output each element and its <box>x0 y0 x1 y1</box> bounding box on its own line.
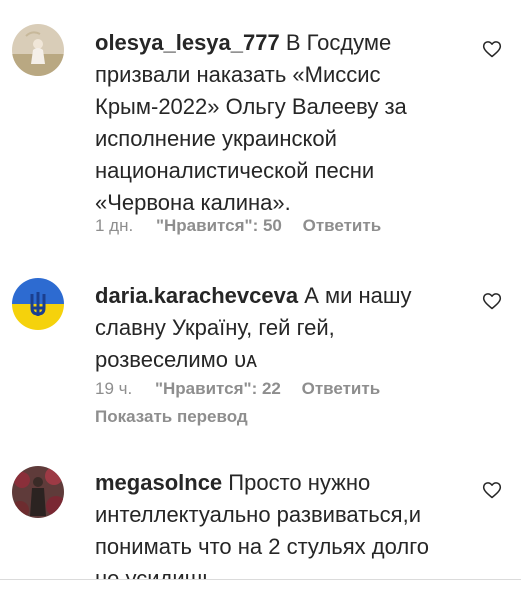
user-avatar[interactable] <box>12 466 64 518</box>
user-photo-avatar-icon <box>12 466 64 518</box>
comment-meta: 1 дн. "Нравится": 50 Ответить <box>95 216 381 236</box>
comment-username[interactable]: olesya_lesya_777 <box>95 30 280 55</box>
comment-username[interactable]: megasolnce <box>95 470 222 495</box>
like-heart-icon[interactable] <box>482 480 502 500</box>
user-avatar[interactable] <box>12 278 64 330</box>
comment-time[interactable]: 1 дн. <box>95 216 133 235</box>
comment-text: megasolnce Просто нужно интеллектуально … <box>95 467 455 595</box>
like-heart-icon[interactable] <box>482 39 502 59</box>
user-avatar[interactable] <box>12 24 64 76</box>
like-heart-icon[interactable] <box>482 291 502 311</box>
bottom-bar <box>0 580 521 600</box>
comment-meta: 19 ч. "Нравится": 22 Ответить <box>95 379 380 399</box>
reply-button[interactable]: Ответить <box>303 216 382 235</box>
ukraine-flag-trident-avatar-icon <box>12 278 64 330</box>
comment-likes[interactable]: "Нравится": 50 <box>156 216 282 235</box>
user-photo-avatar-icon <box>12 24 64 76</box>
comment-text: olesya_lesya_777 В Госдуме призвали нака… <box>95 27 455 219</box>
reply-button[interactable]: Ответить <box>302 379 381 398</box>
comment-username[interactable]: daria.karachevceva <box>95 283 298 308</box>
comment-likes[interactable]: "Нравится": 22 <box>155 379 281 398</box>
comment-time[interactable]: 19 ч. <box>95 379 132 398</box>
comment-body: В Госдуме призвали наказать «Миссис Крым… <box>95 30 407 215</box>
show-translation-button[interactable]: Показать перевод <box>95 407 248 427</box>
comment-text: daria.karachevceva А ми нашу славну Укра… <box>95 280 455 376</box>
